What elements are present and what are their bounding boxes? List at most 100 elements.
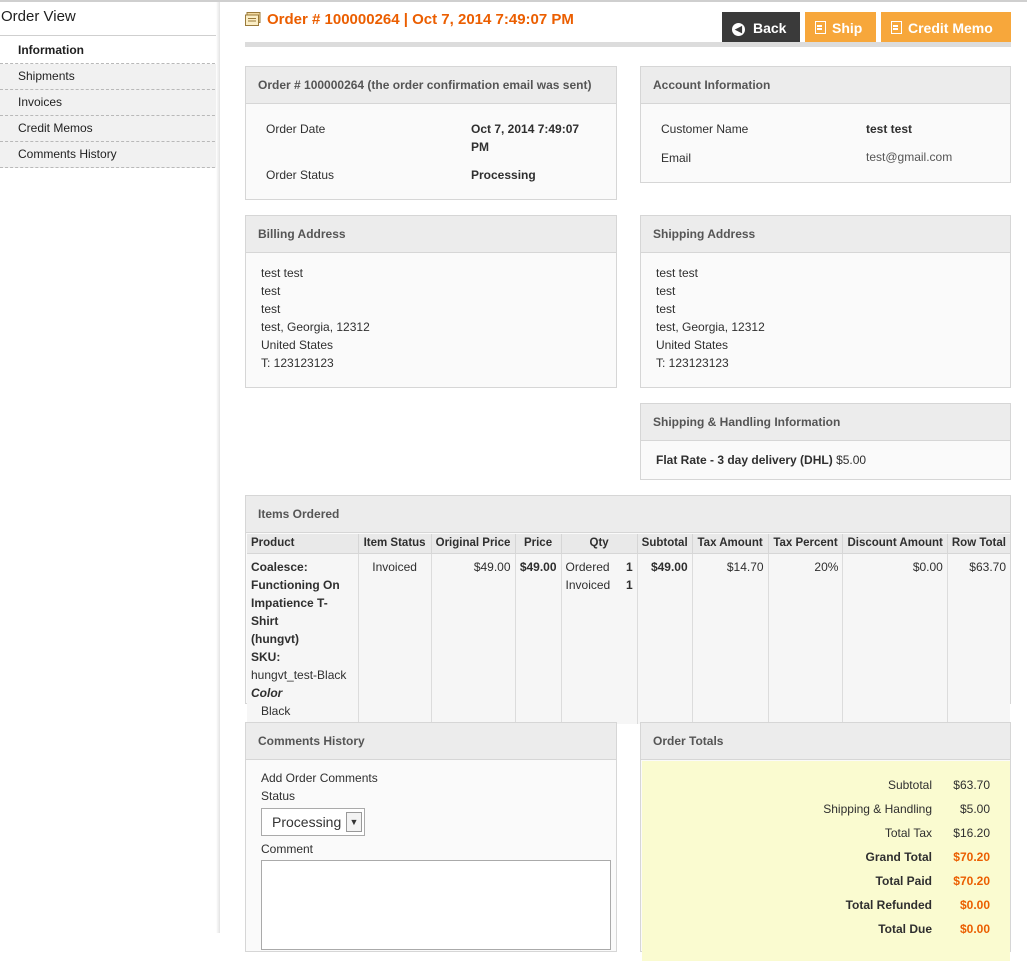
order-icon bbox=[245, 12, 261, 26]
comments-history-box: Comments History Add Order Comments Stat… bbox=[245, 722, 617, 952]
shipping-method-price: $5.00 bbox=[836, 453, 867, 467]
subtotal-cell: $49.00 bbox=[637, 553, 693, 724]
total-refunded-value: $0.00 bbox=[959, 898, 990, 912]
shipping-address-box: Shipping Address test test test test tes… bbox=[640, 215, 1011, 388]
email-label: Email bbox=[661, 151, 692, 165]
grand-total-value: $70.20 bbox=[953, 850, 990, 864]
qty-invoiced: Invoiced 1 bbox=[566, 576, 633, 594]
qty-invoiced-label: Invoiced bbox=[565, 577, 611, 592]
total-tax-value: $16.20 bbox=[953, 826, 990, 840]
comment-textarea[interactable] bbox=[261, 860, 611, 950]
totals-row-grand: Grand Total $70.20 bbox=[642, 850, 1010, 870]
shipping-method: Flat Rate - 3 day delivery (DHL) $5.00 bbox=[656, 453, 866, 467]
row-total-cell: $63.70 bbox=[947, 553, 1010, 724]
order-totals-body: Subtotal $63.70 Shipping & Handling $5.0… bbox=[642, 761, 1010, 961]
chevron-down-icon: ▼ bbox=[346, 812, 362, 832]
order-info-box: Order # 100000264 (the order confirmatio… bbox=[245, 66, 617, 200]
total-due-value: $0.00 bbox=[959, 922, 990, 936]
shipping-line: test bbox=[656, 302, 676, 316]
credit-memo-icon bbox=[891, 21, 902, 34]
col-subtotal: Subtotal bbox=[637, 534, 693, 554]
billing-address-title: Billing Address bbox=[246, 216, 616, 253]
col-price: Price bbox=[515, 534, 562, 554]
shipping-handling-title: Shipping & Handling Information bbox=[641, 404, 1010, 441]
shipping-handling-value: $5.00 bbox=[959, 802, 990, 816]
ship-button[interactable]: Ship bbox=[805, 12, 876, 44]
sku-label: SKU: bbox=[251, 649, 281, 664]
shipping-method-name: Flat Rate - 3 day delivery (DHL) bbox=[656, 453, 833, 467]
billing-address-lines: test test test test test, Georgia, 12312… bbox=[261, 264, 370, 372]
status-label: Status bbox=[261, 789, 296, 803]
discount-amount-cell: $0.00 bbox=[842, 553, 948, 724]
back-button-label: Back bbox=[753, 20, 787, 36]
option-value: Black bbox=[261, 703, 291, 718]
back-button[interactable]: ◀ Back bbox=[722, 12, 800, 44]
status-select-value: Processing bbox=[272, 814, 342, 830]
sidebar-title: Order View bbox=[0, 7, 218, 36]
total-refunded-label: Total Refunded bbox=[845, 898, 932, 912]
totals-row-tax: Total Tax $16.20 bbox=[642, 826, 1010, 846]
product-cell: Coalesce: Functioning On Impatience T-Sh… bbox=[247, 553, 359, 724]
shipping-line: test test bbox=[656, 266, 699, 280]
qty-ordered: Ordered 1 bbox=[566, 558, 633, 576]
qty-ordered-label: Ordered bbox=[565, 559, 610, 574]
sku-value: hungvt_test-Black bbox=[251, 667, 347, 682]
order-info-title: Order # 100000264 (the order confirmatio… bbox=[246, 67, 616, 104]
sidebar-item-invoices[interactable]: Invoices bbox=[0, 90, 220, 116]
sidebar-item-comments-history[interactable]: Comments History bbox=[0, 142, 220, 168]
items-ordered-title: Items Ordered bbox=[246, 496, 1010, 533]
billing-line: United States bbox=[261, 338, 334, 352]
col-tax-percent: Tax Percent bbox=[768, 534, 844, 554]
sidebar-item-shipments[interactable]: Shipments bbox=[0, 64, 220, 90]
billing-line: test test bbox=[261, 266, 304, 280]
billing-address-box: Billing Address test test test test test… bbox=[245, 215, 617, 388]
comments-history-title: Comments History bbox=[246, 723, 616, 760]
subtotal-label: Subtotal bbox=[887, 778, 932, 792]
total-tax-label: Total Tax bbox=[884, 826, 932, 840]
qty-invoiced-value: 1 bbox=[625, 577, 633, 592]
col-qty: Qty bbox=[561, 534, 638, 554]
total-due-label: Total Due bbox=[878, 922, 932, 936]
customer-name-label: Customer Name bbox=[661, 122, 749, 136]
credit-memo-button-label: Credit Memo bbox=[908, 20, 993, 36]
order-totals-box: Order Totals Subtotal $63.70 Shipping & … bbox=[640, 722, 1011, 961]
status-select[interactable]: Processing ▼ bbox=[261, 808, 365, 836]
billing-line: test bbox=[261, 284, 281, 298]
items-header-row: Product Item Status Original Price Price… bbox=[247, 534, 1010, 554]
shipping-line: test, Georgia, 12312 bbox=[656, 320, 765, 334]
billing-line: test bbox=[261, 302, 281, 316]
col-row-total: Row Total bbox=[947, 534, 1010, 554]
order-date-value-line1: Oct 7, 2014 7:49:07 bbox=[471, 122, 580, 136]
sidebar-item-credit-memos[interactable]: Credit Memos bbox=[0, 116, 220, 142]
order-totals-title: Order Totals bbox=[641, 723, 1010, 760]
account-info-title: Account Information bbox=[641, 67, 1010, 104]
billing-line: T: 123123123 bbox=[261, 356, 334, 370]
col-tax-amount: Tax Amount bbox=[692, 534, 769, 554]
sidebar: Order View Information Shipments Invoice… bbox=[0, 2, 220, 933]
product-name-line: Functioning On bbox=[251, 577, 340, 592]
shipping-handling-box: Shipping & Handling Information Flat Rat… bbox=[640, 403, 1011, 480]
sidebar-item-information[interactable]: Information bbox=[0, 38, 220, 64]
credit-memo-button[interactable]: Credit Memo bbox=[881, 12, 1011, 44]
totals-row-refunded: Total Refunded $0.00 bbox=[642, 898, 1010, 918]
back-arrow-icon: ◀ bbox=[732, 23, 745, 36]
billing-line: test, Georgia, 12312 bbox=[261, 320, 370, 334]
product-name-line: Impatience T-Shirt bbox=[251, 595, 328, 628]
ship-icon bbox=[815, 21, 826, 34]
account-info-box: Account Information Customer Name test t… bbox=[640, 66, 1011, 183]
header-separator bbox=[245, 42, 1011, 47]
page-title: Order # 100000264 | Oct 7, 2014 7:49:07 … bbox=[267, 11, 574, 28]
totals-row-subtotal: Subtotal $63.70 bbox=[642, 778, 1010, 798]
shipping-line: T: 123123123 bbox=[656, 356, 729, 370]
shipping-address-title: Shipping Address bbox=[641, 216, 1010, 253]
option-label: Color bbox=[251, 685, 283, 700]
subtotal-value: $63.70 bbox=[953, 778, 990, 792]
qty-ordered-value: 1 bbox=[625, 559, 633, 574]
item-status-cell: Invoiced bbox=[358, 553, 432, 724]
email-value[interactable]: test@gmail.com bbox=[866, 150, 952, 164]
product-name-line: Coalesce: bbox=[251, 559, 308, 574]
grand-total-label: Grand Total bbox=[865, 850, 932, 864]
shipping-line: test bbox=[656, 284, 676, 298]
shipping-address-lines: test test test test test, Georgia, 12312… bbox=[656, 264, 765, 372]
shipping-handling-label: Shipping & Handling bbox=[823, 802, 932, 816]
